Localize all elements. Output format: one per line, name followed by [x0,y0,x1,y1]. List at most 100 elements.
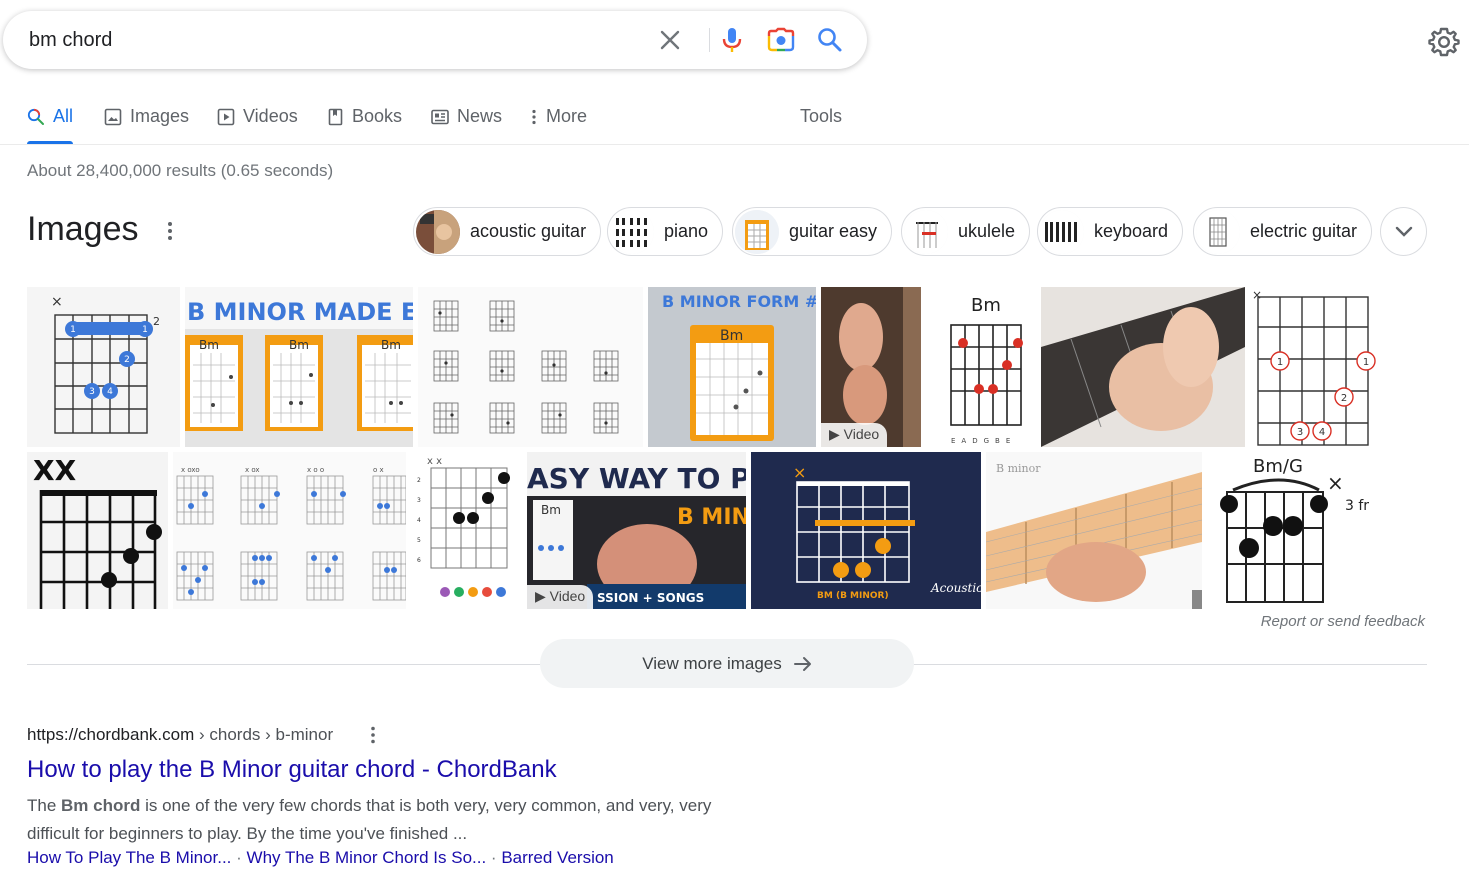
svg-text:1: 1 [70,325,76,335]
tab-images-label: Images [130,106,190,126]
svg-text:1: 1 [1363,357,1369,368]
thumb-text: B MIN [677,505,746,530]
news-icon [431,109,449,125]
chip-electric-guitar[interactable]: electric guitar [1193,207,1373,256]
search-icon [27,108,44,125]
view-more-label: View more images [642,653,782,673]
book-icon [328,108,343,126]
image-result[interactable]: x oxo x ox x o o o x [173,452,406,609]
image-result[interactable]: Bm/G × 3 fr [1207,452,1378,609]
result-snippet: The Bm chord is one of the very few chor… [27,796,712,843]
chip-guitar-easy[interactable]: guitar easy [732,207,893,256]
tab-more-label: More [546,106,588,126]
result-url[interactable]: https://chordbank.com › chords › b-minor [27,725,333,745]
svg-text:5: 5 [417,537,421,544]
svg-text:2: 2 [1341,393,1347,404]
svg-text:×: × [1327,471,1344,495]
report-feedback-link[interactable]: Report or send feedback [1261,613,1425,630]
more-vert-icon [532,109,536,125]
chip-thumbnail [735,209,779,254]
microphone-icon[interactable] [717,25,747,55]
chip-thumbnail [1196,209,1240,254]
thumb-text: Bm [381,338,401,352]
svg-text:2: 2 [124,355,130,365]
tab-more[interactable]: More [530,106,587,144]
result-url-domain: https://chordbank.com [27,725,195,744]
image-result[interactable]: × 1 1 2 3 4 [1250,287,1378,447]
chip-label: electric guitar [1250,221,1358,241]
thumb-text: Acoustic [930,581,981,595]
chip-thumbnail [416,209,460,254]
thumb-text: B MINOR MADE EASY [187,298,413,326]
image-result[interactable] [1041,287,1245,447]
tools-button[interactable]: Tools [800,106,842,144]
more-vert-icon[interactable] [163,218,177,244]
chevron-down-icon [1395,226,1412,237]
tab-videos[interactable]: Videos [217,106,298,144]
svg-text:1: 1 [142,325,148,335]
view-more-images-button[interactable]: View more images [540,639,914,688]
thumb-text: SSION + SONGS [597,591,704,605]
tab-all-label: All [53,106,74,126]
search-icon[interactable] [815,25,845,55]
tab-videos-label: Videos [243,106,298,126]
search-box[interactable]: bm chord [3,11,867,69]
chip-acoustic-guitar[interactable]: acoustic guitar [413,207,602,256]
image-result[interactable]: × BM (B MINOR) Acoustic [751,452,981,609]
chip-thumbnail [610,209,654,254]
thumb-text: 3 fr [1345,498,1369,514]
image-result[interactable]: B MINOR MADE EASY Bm Bm Bm [185,287,413,447]
image-result[interactable]: B minor [986,452,1202,609]
svg-text:1: 1 [1277,357,1283,368]
search-input[interactable]: bm chord [29,29,112,52]
thumb-text: XX [33,454,77,487]
more-vert-icon[interactable] [366,725,380,745]
clear-icon[interactable] [655,25,685,55]
tab-news[interactable]: News [431,106,502,144]
thumb-text: BM (B MINOR) [817,591,889,601]
chip-thumbnail [904,209,948,254]
image-result[interactable]: x x 2 3 4 5 6 [411,452,522,609]
chip-label: acoustic guitar [470,221,587,241]
thumb-text: Bm [289,338,309,352]
result-title-link[interactable]: How to play the B Minor guitar chord - C… [27,756,557,784]
video-badge: ▶ Video [527,585,594,609]
chip-piano[interactable]: piano [607,207,724,256]
image-result[interactable]: XX [27,452,168,609]
search-divider [709,28,710,52]
search-tabs: All Images Videos Books News More Tools [0,100,1469,145]
chip-ukulele[interactable]: ukulele [901,207,1031,256]
tab-images[interactable]: Images [104,106,189,144]
image-icon [104,108,122,126]
svg-text:o x: o x [373,466,384,474]
sitelink[interactable]: Why The B Minor Chord Is So... [247,848,487,867]
video-badge: ▶ Video [821,423,888,447]
thumb-text: Bm [541,503,561,517]
result-sitelinks: How To Play The B Minor... · Why The B M… [27,848,614,867]
chip-keyboard[interactable]: keyboard [1037,207,1184,256]
thumb-text: Bm [199,338,219,352]
image-result[interactable] [418,287,643,447]
video-result[interactable]: Bm EADGBE ▶ Video [821,287,1036,447]
svg-text:x x: x x [427,456,442,467]
svg-text:x ox: x ox [245,466,260,474]
image-result[interactable]: × 2 11234 [27,287,180,447]
thumb-text: ASY WAY TO PLA [527,462,746,495]
thumb-text: B minor [996,462,1041,475]
svg-text:6: 6 [417,557,421,564]
svg-text:3: 3 [89,387,95,397]
settings-gear-icon[interactable] [1428,26,1460,58]
chip-label: ukulele [958,221,1016,241]
video-result[interactable]: ASY WAY TO PLA B MIN Bm SSION + SONGS ▶ … [527,452,746,609]
thumb-text: Bm [971,295,1001,316]
sitelink[interactable]: How To Play The B Minor... [27,848,231,867]
tab-books[interactable]: Books [328,106,402,144]
result-url-path: › chords › b-minor [194,725,334,744]
svg-text:4: 4 [417,517,421,524]
svg-text:4: 4 [107,387,113,397]
sitelink[interactable]: Barred Version [501,848,613,867]
camera-lens-icon[interactable] [766,25,796,55]
image-result[interactable]: B MINOR FORM #1 Bm [648,287,816,447]
tab-all[interactable]: All [27,106,74,144]
expand-chips-button[interactable] [1380,207,1427,256]
